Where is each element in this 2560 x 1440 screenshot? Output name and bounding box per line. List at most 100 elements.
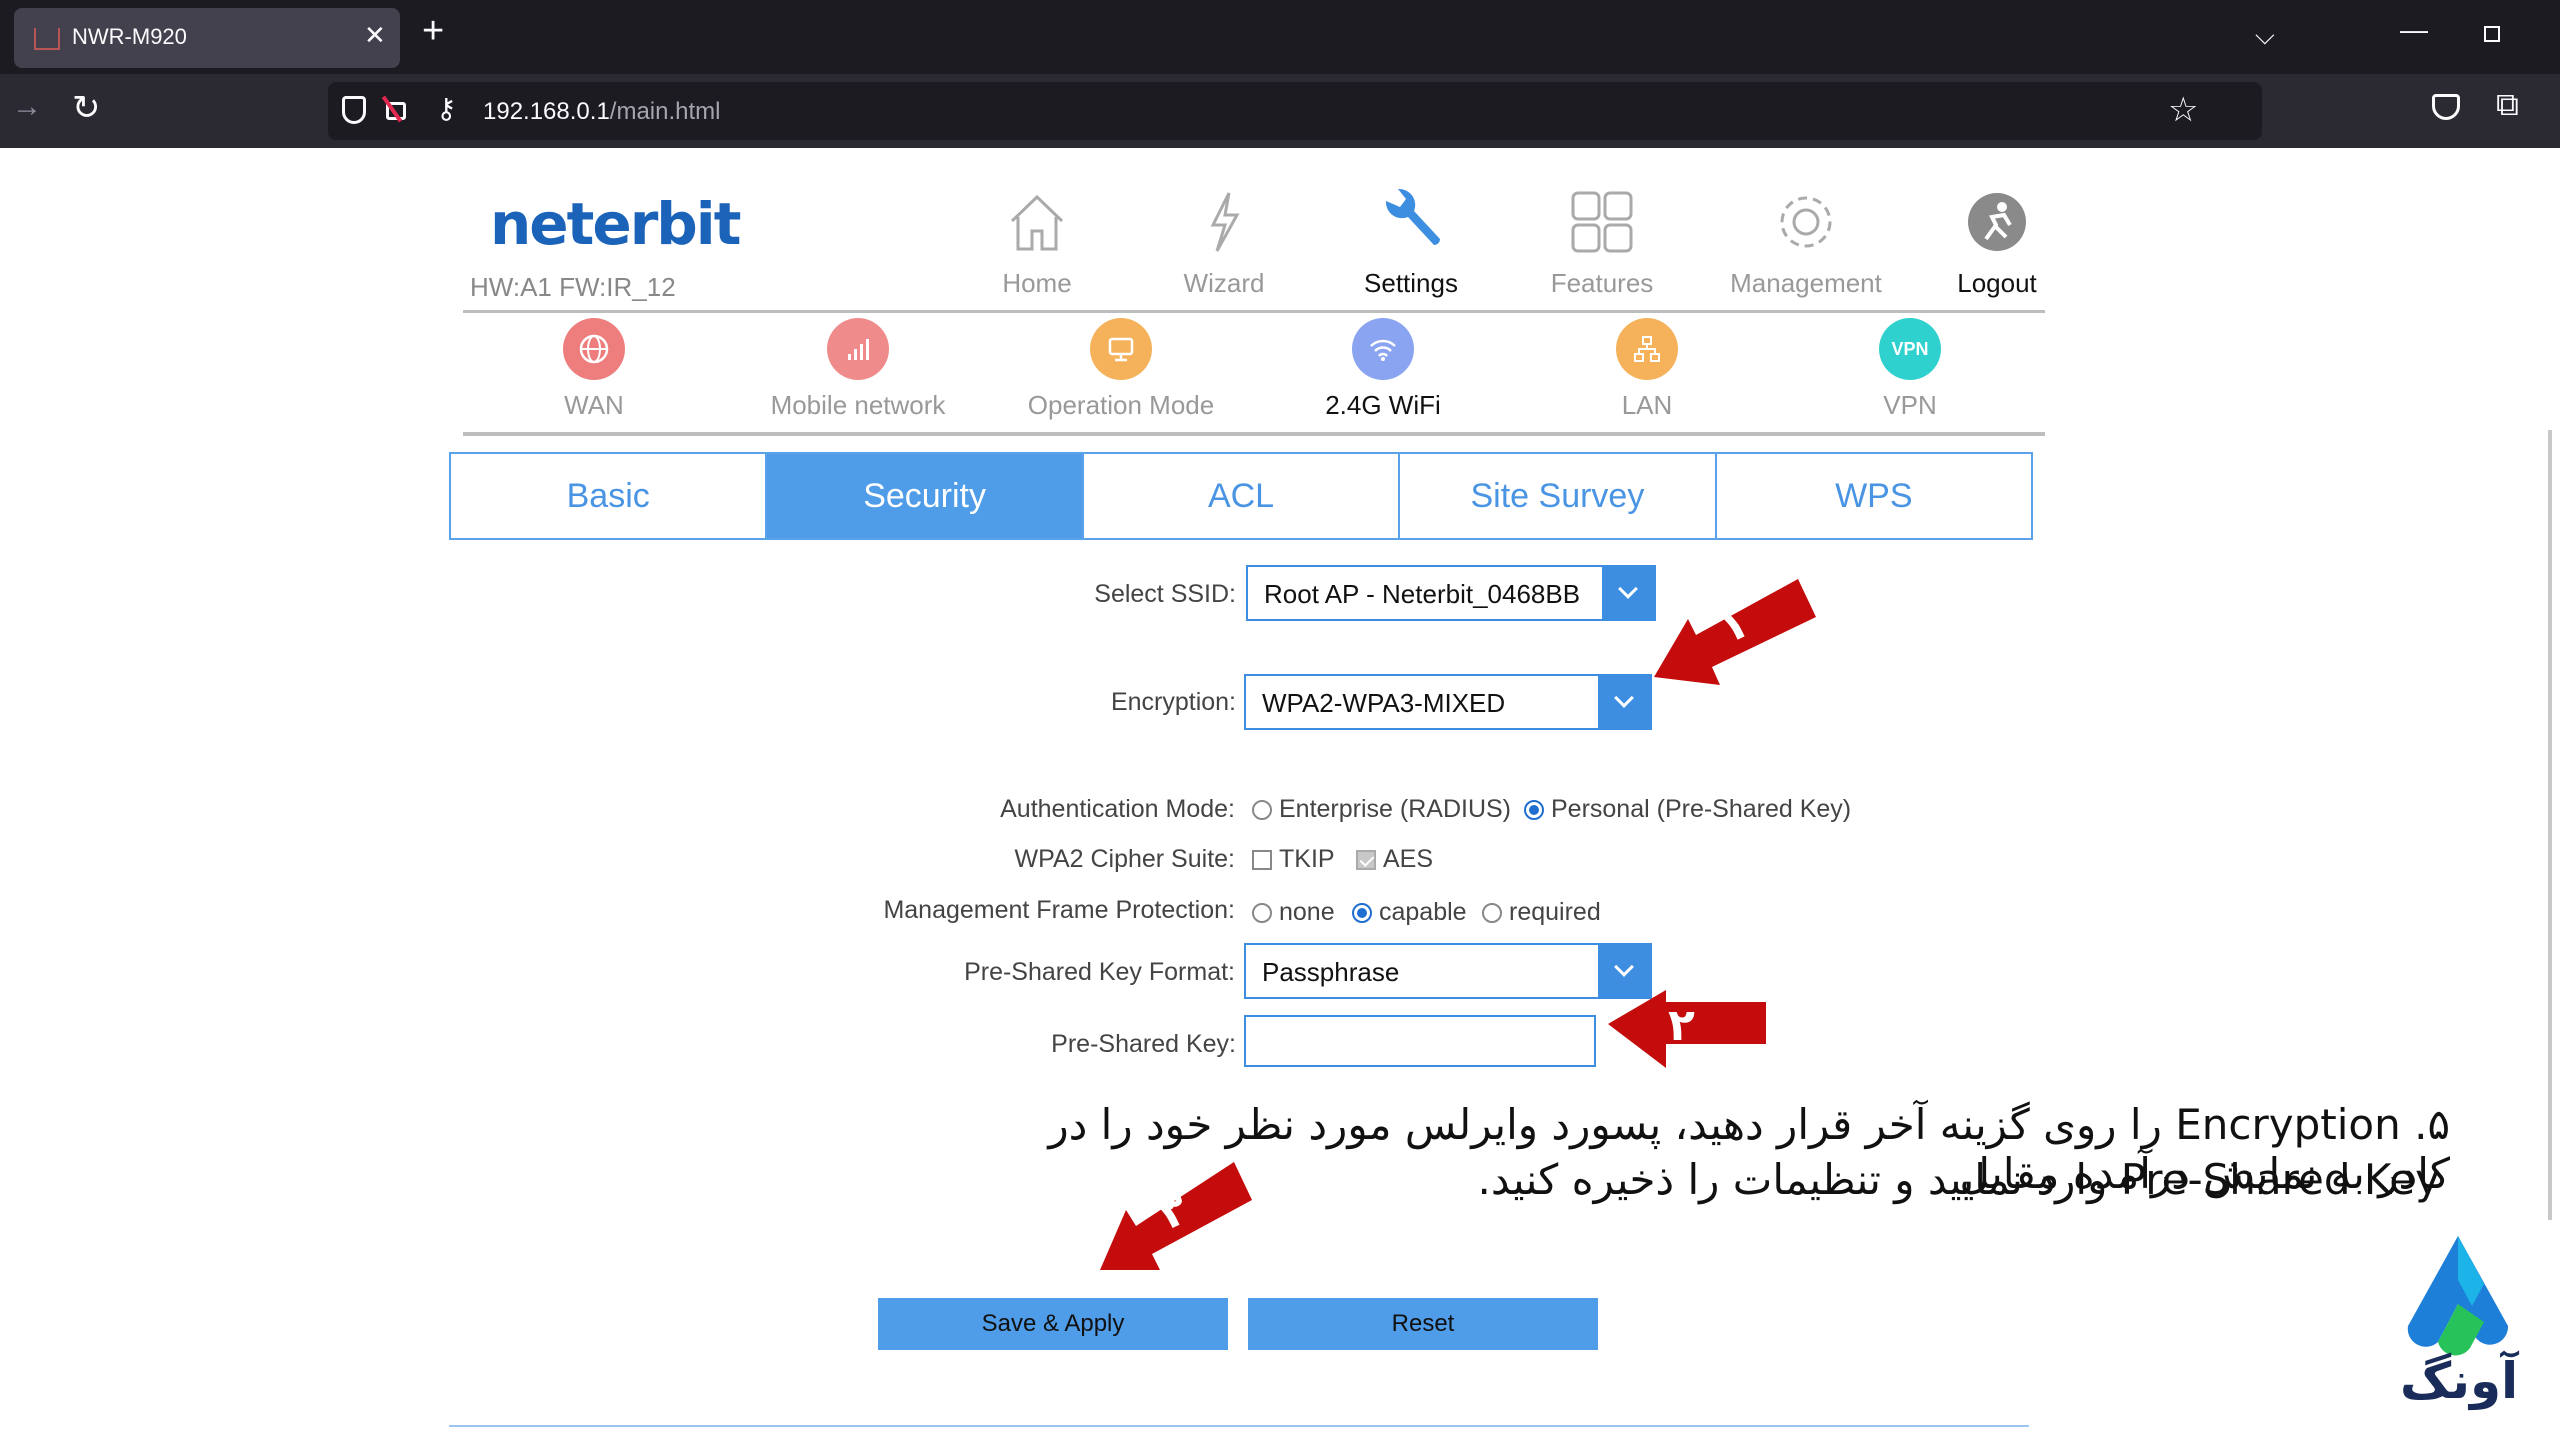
chevron-down-icon[interactable]: ⌵ bbox=[2255, 20, 2275, 52]
wifi-tabs: Basic Security ACL Site Survey WPS bbox=[449, 452, 2033, 540]
reset-button[interactable]: Reset bbox=[1248, 1298, 1598, 1350]
cipher-aes-option[interactable]: AES bbox=[1356, 845, 1433, 874]
pocket-icon[interactable] bbox=[2432, 94, 2460, 120]
tab-security[interactable]: Security bbox=[767, 454, 1084, 538]
chevron-down-icon[interactable] bbox=[1598, 676, 1650, 728]
browser-nav-bar: → ↻ ⚷ 192.168.0.1/main.html ☆ ⧉ bbox=[0, 74, 2560, 148]
encryption-value: WPA2-WPA3-MIXED bbox=[1262, 688, 1506, 718]
shield-icon[interactable] bbox=[342, 96, 366, 124]
nav-management[interactable]: Management bbox=[1716, 182, 1896, 299]
nav-wizard-label: Wizard bbox=[1183, 268, 1265, 298]
nav-home-label: Home bbox=[1002, 268, 1072, 298]
subnav-wan[interactable]: WAN bbox=[474, 318, 714, 421]
ssid-label: Select SSID: bbox=[1094, 580, 1236, 608]
neterbit-logo: neterbit bbox=[490, 190, 741, 258]
signal-icon bbox=[827, 318, 889, 380]
subnav-vpn-label: VPN bbox=[1883, 390, 1937, 420]
checkbox-aes[interactable] bbox=[1356, 849, 1376, 870]
mfp-none-label: none bbox=[1279, 898, 1335, 926]
tab-basic[interactable]: Basic bbox=[451, 454, 768, 538]
auth-enterprise-label: Enterprise (RADIUS) bbox=[1279, 795, 1511, 823]
cipher-suite-label: WPA2 Cipher Suite: bbox=[1014, 845, 1235, 873]
subnav-vpn[interactable]: VPN VPN bbox=[1790, 318, 2030, 421]
bottom-divider bbox=[449, 1425, 2029, 1427]
screen: NWR-M920 ✕ + ⌵ — → ↻ ⚷ 192.168.0.1/main.… bbox=[0, 0, 2560, 1440]
mfp-label: Management Frame Protection: bbox=[883, 896, 1235, 924]
auth-personal-option[interactable]: Personal (Pre-Shared Key) bbox=[1524, 795, 1851, 824]
subnav-mobile-network[interactable]: Mobile network bbox=[738, 318, 978, 421]
back-arrow-icon[interactable]: → bbox=[12, 90, 42, 124]
encryption-label: Encryption: bbox=[1110, 688, 1236, 716]
cipher-aes-label: AES bbox=[1383, 845, 1434, 873]
bookmark-star-icon[interactable]: ☆ bbox=[2168, 90, 2198, 130]
ssid-select[interactable]: Root AP - Neterbit_0468BB bbox=[1246, 565, 1656, 621]
reload-icon[interactable]: ↻ bbox=[72, 88, 101, 128]
checkbox-tkip[interactable] bbox=[1252, 849, 1272, 870]
auth-enterprise-option[interactable]: Enterprise (RADIUS) bbox=[1252, 795, 1511, 824]
logout-icon bbox=[1907, 182, 2087, 262]
router-favicon-icon bbox=[34, 28, 60, 50]
nav-management-label: Management bbox=[1730, 268, 1882, 298]
arrow-number-2: ۲ bbox=[1668, 1001, 1695, 1050]
gear-icon bbox=[1716, 182, 1896, 262]
nav-logout-label: Logout bbox=[1957, 268, 2037, 298]
subnav-operation-mode-label: Operation Mode bbox=[1027, 390, 1215, 420]
url-text[interactable]: 192.168.0.1/main.html bbox=[483, 98, 721, 126]
home-icon bbox=[947, 182, 1127, 262]
extensions-puzzle-icon[interactable]: ⧉ bbox=[2496, 86, 2519, 124]
wizard-icon bbox=[1134, 182, 1314, 262]
radio-mfp-none[interactable] bbox=[1252, 902, 1272, 923]
radio-personal[interactable] bbox=[1524, 799, 1544, 820]
nav-settings[interactable]: Settings bbox=[1321, 182, 1501, 299]
cipher-tkip-label: TKIP bbox=[1279, 845, 1335, 873]
subnav-wan-label: WAN bbox=[564, 390, 624, 420]
url-host: 192.168.0.1 bbox=[483, 98, 610, 125]
avang-brand-text: آونگ bbox=[2400, 1352, 2519, 1410]
subnav-operation-mode[interactable]: Operation Mode bbox=[1001, 318, 1241, 421]
restore-window-icon[interactable] bbox=[2484, 26, 2500, 42]
scrollbar[interactable] bbox=[2548, 430, 2552, 1220]
cipher-tkip-option[interactable]: TKIP bbox=[1252, 845, 1335, 874]
nav-logout[interactable]: Logout bbox=[1907, 182, 2087, 299]
auth-personal-label: Personal (Pre-Shared Key) bbox=[1551, 795, 1852, 823]
wrench-icon bbox=[1321, 182, 1501, 262]
psk-format-select[interactable]: Passphrase bbox=[1244, 943, 1652, 999]
globe-icon bbox=[563, 318, 625, 380]
grid-icon bbox=[1512, 182, 1692, 262]
ssid-value: Root AP - Neterbit_0468BB bbox=[1264, 579, 1581, 609]
tab-site-survey[interactable]: Site Survey bbox=[1400, 454, 1717, 538]
tab-acl[interactable]: ACL bbox=[1083, 454, 1401, 538]
mfp-required-label: required bbox=[1509, 898, 1601, 926]
subnav-2-4g-wifi[interactable]: 2.4G WiFi bbox=[1263, 318, 1503, 421]
key-icon[interactable]: ⚷ bbox=[436, 92, 457, 125]
vpn-icon: VPN bbox=[1879, 318, 1941, 380]
chevron-down-icon[interactable] bbox=[1602, 567, 1654, 619]
mfp-required-option[interactable]: required bbox=[1482, 898, 1601, 927]
save-apply-button[interactable]: Save & Apply bbox=[878, 1298, 1228, 1350]
tab-wps[interactable]: WPS bbox=[1716, 454, 2032, 538]
new-tab-plus-icon[interactable]: + bbox=[422, 12, 444, 50]
minimize-icon[interactable]: — bbox=[2400, 14, 2428, 46]
auth-mode-label: Authentication Mode: bbox=[1000, 795, 1235, 823]
hw-fw-version: HW:A1 FW:IR_12 bbox=[470, 272, 676, 302]
psk-input[interactable] bbox=[1244, 1015, 1596, 1067]
radio-enterprise[interactable] bbox=[1252, 799, 1272, 820]
nav-home[interactable]: Home bbox=[947, 182, 1127, 299]
nav-features[interactable]: Features bbox=[1512, 182, 1692, 299]
browser-tab[interactable]: NWR-M920 ✕ bbox=[14, 8, 400, 68]
radio-mfp-required[interactable] bbox=[1482, 902, 1502, 923]
nav-wizard[interactable]: Wizard bbox=[1134, 182, 1314, 299]
subnav-lan[interactable]: LAN bbox=[1527, 318, 1767, 421]
top-nav-divider bbox=[463, 310, 2045, 313]
subnav-2-4g-wifi-label: 2.4G WiFi bbox=[1325, 390, 1441, 420]
nav-features-label: Features bbox=[1550, 268, 1654, 298]
close-icon[interactable]: ✕ bbox=[364, 20, 386, 51]
tab-title: NWR-M920 bbox=[72, 24, 187, 49]
mfp-capable-option[interactable]: capable bbox=[1352, 898, 1467, 927]
mfp-none-option[interactable]: none bbox=[1252, 898, 1335, 927]
address-bar[interactable]: ⚷ 192.168.0.1/main.html ☆ bbox=[328, 82, 2262, 140]
radio-mfp-capable[interactable] bbox=[1352, 902, 1372, 923]
psk-label: Pre-Shared Key: bbox=[1051, 1030, 1236, 1058]
mfp-capable-label: capable bbox=[1379, 898, 1467, 926]
encryption-select[interactable]: WPA2-WPA3-MIXED bbox=[1244, 674, 1652, 730]
